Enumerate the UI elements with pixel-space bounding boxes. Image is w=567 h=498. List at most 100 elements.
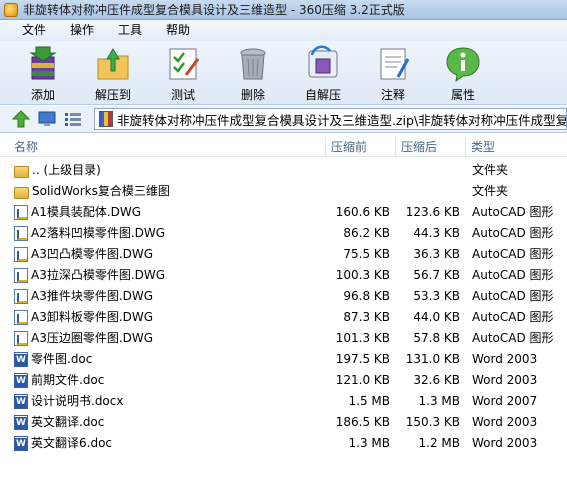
file-name-cell: 前期文件.doc: [14, 370, 104, 391]
file-compressed-size: 131.0 KB: [405, 352, 460, 366]
file-type: Word 2003: [472, 373, 538, 387]
file-type: Word 2007: [472, 394, 538, 408]
file-row[interactable]: 英文翻译6.doc 1.3 MB 1.2 MB Word 2003: [0, 433, 567, 454]
properties-label: 属性: [450, 88, 475, 102]
menu-operation[interactable]: 操作: [58, 20, 106, 41]
word-doc-icon: [14, 352, 28, 367]
file-row[interactable]: A1模具装配体.DWG 160.6 KB 123.6 KB AutoCAD 图形: [0, 202, 567, 223]
dwg-file-icon: [14, 310, 28, 325]
test-label: 测试: [170, 88, 195, 102]
extract-to-button[interactable]: 解压到: [78, 41, 148, 103]
folder-icon: [14, 165, 29, 178]
file-row[interactable]: 零件图.doc 197.5 KB 131.0 KB Word 2003: [0, 349, 567, 370]
file-row[interactable]: A2落料凹模零件图.DWG 86.2 KB 44.3 KB AutoCAD 图形: [0, 223, 567, 244]
file-name-cell: A3卸料板零件图.DWG: [14, 307, 153, 328]
column-type-header[interactable]: 类型: [467, 137, 567, 157]
column-compressed-header[interactable]: 压缩后: [397, 137, 466, 157]
comment-label: 注释: [380, 88, 405, 102]
path-text: 非旋转体对称冲压件成型复合模具设计及三维造型.zip\非旋转体对称冲压件成型复合…: [117, 112, 567, 128]
file-size: 101.3 KB: [335, 331, 390, 345]
file-name: A3推件块零件图.DWG: [31, 289, 154, 303]
file-name: .. (上级目录): [32, 163, 101, 177]
file-size: 86.2 KB: [343, 226, 390, 240]
file-row[interactable]: SolidWorks复合模三维图 文件夹: [0, 181, 567, 202]
file-compressed-size: 56.7 KB: [413, 268, 460, 282]
file-row[interactable]: .. (上级目录) 文件夹: [0, 160, 567, 181]
properties-button[interactable]: 属性: [428, 41, 498, 103]
file-name-cell: A3推件块零件图.DWG: [14, 286, 153, 307]
file-name: 前期文件.doc: [31, 373, 105, 387]
test-button[interactable]: 测试: [148, 41, 218, 103]
menu-tools[interactable]: 工具: [106, 20, 154, 41]
menu-help[interactable]: 帮助: [154, 20, 202, 41]
file-name-cell: 设计说明书.docx: [14, 391, 123, 412]
dwg-file-icon: [14, 268, 28, 283]
file-type: 文件夹: [472, 184, 509, 198]
app-logo-icon: [4, 2, 18, 17]
file-row[interactable]: A3推件块零件图.DWG 96.8 KB 53.3 KB AutoCAD 图形: [0, 286, 567, 307]
add-button[interactable]: 添加: [8, 41, 78, 103]
file-name: A3凹凸模零件图.DWG: [31, 247, 154, 261]
file-compressed-size: 44.3 KB: [413, 226, 460, 240]
self-extract-icon: [308, 45, 338, 78]
column-size-header[interactable]: 压缩前: [327, 137, 396, 157]
file-name-cell: 英文翻译.doc: [14, 412, 104, 433]
file-type: AutoCAD 图形: [472, 268, 554, 282]
menu-bar: 文件 操作 工具 帮助: [0, 20, 567, 41]
file-row[interactable]: A3拉深凸模零件图.DWG 100.3 KB 56.7 KB AutoCAD 图形: [0, 265, 567, 286]
add-archive-icon: [29, 46, 57, 80]
up-level-button[interactable]: [10, 108, 32, 130]
file-name: 英文翻译.doc: [31, 415, 105, 429]
window-title: 非旋转体对称冲压件成型复合模具设计及三维造型 - 360压缩 3.2正式版: [23, 3, 405, 17]
file-row[interactable]: 设计说明书.docx 1.5 MB 1.3 MB Word 2007: [0, 391, 567, 412]
file-name-cell: A3压边圈零件图.DWG: [14, 328, 153, 349]
list-view-icon: [65, 113, 81, 126]
file-name: 英文翻译6.doc: [31, 436, 113, 450]
file-size: [320, 160, 390, 181]
file-compressed-size: 1.2 MB: [418, 436, 460, 450]
file-name-cell: A3凹凸模零件图.DWG: [14, 244, 153, 265]
monitor-icon: [38, 111, 56, 126]
file-size: 96.8 KB: [343, 289, 390, 303]
file-type: AutoCAD 图形: [472, 289, 554, 303]
file-type: AutoCAD 图形: [472, 331, 554, 345]
file-list: 名称 压缩前 压缩后 类型 .. (上级目录) 文件夹 SolidWorks复合模三…: [0, 137, 567, 498]
file-size: 1.3 MB: [348, 436, 390, 450]
word-doc-icon: [14, 415, 28, 430]
delete-button[interactable]: 删除: [218, 41, 288, 103]
extract-to-icon: [97, 48, 129, 80]
file-row[interactable]: 前期文件.doc 121.0 KB 32.6 KB Word 2003: [0, 370, 567, 391]
file-row[interactable]: 英文翻译.doc 186.5 KB 150.3 KB Word 2003: [0, 412, 567, 433]
address-bar: 非旋转体对称冲压件成型复合模具设计及三维造型.zip\非旋转体对称冲压件成型复合…: [0, 106, 567, 133]
file-size: 186.5 KB: [335, 415, 390, 429]
self-extract-button[interactable]: 自解压: [288, 41, 358, 103]
dwg-file-icon: [14, 247, 28, 262]
file-size: 100.3 KB: [335, 268, 390, 282]
column-name-header[interactable]: 名称: [10, 137, 326, 157]
comment-icon: [380, 48, 410, 80]
word-doc-icon: [14, 436, 28, 451]
comment-button[interactable]: 注释: [358, 41, 428, 103]
file-name-cell: A2落料凹模零件图.DWG: [14, 223, 165, 244]
view-thumbnails-button[interactable]: [36, 108, 58, 130]
file-compressed-size: 53.3 KB: [413, 289, 460, 303]
word-doc-icon: [14, 394, 28, 409]
file-compressed-size: 1.3 MB: [418, 394, 460, 408]
view-list-button[interactable]: [62, 108, 84, 130]
file-row[interactable]: A3凹凸模零件图.DWG 75.5 KB 36.3 KB AutoCAD 图形: [0, 244, 567, 265]
file-row[interactable]: A3压边圈零件图.DWG 101.3 KB 57.8 KB AutoCAD 图形: [0, 328, 567, 349]
file-type: 文件夹: [472, 163, 509, 177]
file-name-cell: A3拉深凸模零件图.DWG: [14, 265, 165, 286]
file-type: AutoCAD 图形: [472, 226, 554, 240]
menu-file[interactable]: 文件: [10, 20, 58, 41]
file-type: AutoCAD 图形: [472, 247, 554, 261]
dwg-file-icon: [14, 289, 28, 304]
extract-to-label: 解压到: [94, 88, 131, 102]
file-compressed-size: 32.6 KB: [413, 373, 460, 387]
file-name-cell: .. (上级目录): [14, 160, 101, 181]
delete-label: 删除: [240, 88, 265, 102]
file-name: A3拉深凸模零件图.DWG: [31, 268, 166, 282]
toolbar: 添加 解压到 测试 删除 自解压 注释 属性: [0, 41, 567, 105]
file-row[interactable]: A3卸料板零件图.DWG 87.3 KB 44.0 KB AutoCAD 图形: [0, 307, 567, 328]
path-field[interactable]: 非旋转体对称冲压件成型复合模具设计及三维造型.zip\非旋转体对称冲压件成型复合…: [94, 108, 567, 130]
